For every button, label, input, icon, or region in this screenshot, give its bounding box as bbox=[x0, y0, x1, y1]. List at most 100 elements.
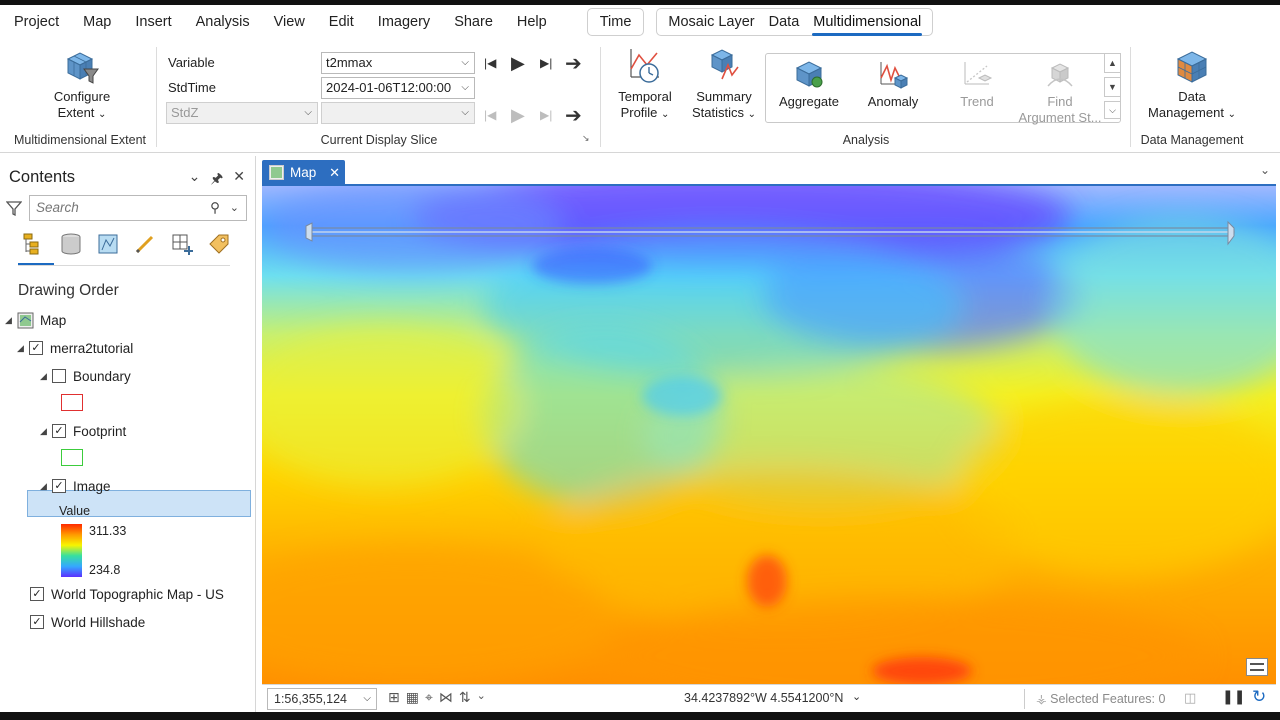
topographic-visibility-checkbox[interactable]: ✓ bbox=[30, 587, 44, 601]
temporal-profile-button[interactable]: Temporal Profile ⌄ bbox=[610, 47, 680, 123]
menu-imagery[interactable]: Imagery bbox=[366, 5, 442, 39]
refresh-selection-icon[interactable]: ◫ bbox=[1184, 690, 1196, 706]
selection-icon: ⚶ bbox=[1036, 692, 1047, 706]
menu-share[interactable]: Share bbox=[442, 5, 505, 39]
configure-extent-button[interactable]: Configure Extent ⌄ bbox=[44, 49, 120, 123]
legend-color-ramp[interactable] bbox=[61, 524, 82, 577]
tree-basemap-hillshade[interactable]: ✓ World Hillshade bbox=[30, 611, 145, 633]
tab-time[interactable]: Time bbox=[586, 8, 645, 36]
skip-last-icon[interactable]: ▶| bbox=[540, 108, 552, 122]
list-by-selection-icon[interactable] bbox=[96, 232, 120, 256]
variable-dropdown[interactable]: t2mmax ⌵ bbox=[321, 52, 475, 74]
tree-layer-merra2tutorial[interactable]: ◢ ✓ merra2tutorial bbox=[17, 337, 133, 359]
map-notes-icon[interactable] bbox=[1246, 658, 1268, 676]
menu-help[interactable]: Help bbox=[505, 5, 559, 39]
temporal-label-1: Temporal bbox=[618, 89, 672, 104]
list-by-labeling-icon[interactable] bbox=[207, 232, 231, 256]
pin-icon[interactable]: 🖈 bbox=[210, 168, 223, 192]
skip-first-icon[interactable]: |◀ bbox=[484, 108, 496, 122]
collapse-icon[interactable]: ◢ bbox=[40, 371, 52, 382]
skip-first-icon[interactable]: |◀ bbox=[484, 56, 496, 70]
collapse-icon[interactable]: ◢ bbox=[40, 426, 52, 437]
find-argument-statistics-button[interactable]: Find Argument St... bbox=[1014, 58, 1106, 126]
map-canvas[interactable] bbox=[262, 186, 1276, 684]
tree-sublayer-image[interactable]: ◢ ✓ Image bbox=[40, 475, 111, 497]
boundary-visibility-checkbox[interactable] bbox=[52, 369, 66, 383]
list-by-snapping-icon[interactable] bbox=[170, 232, 194, 256]
menu-analysis[interactable]: Analysis bbox=[184, 5, 262, 39]
play-icon[interactable]: ▶ bbox=[511, 105, 525, 126]
stdz-dropdown[interactable]: StdZ ⌵ bbox=[166, 102, 318, 124]
list-by-drawing-order-icon[interactable] bbox=[22, 232, 46, 256]
collapse-icon[interactable]: ◢ bbox=[5, 315, 17, 326]
dialog-launcher-icon[interactable]: ↘ bbox=[582, 133, 590, 144]
search-icon[interactable]: ⚲ bbox=[210, 196, 220, 220]
menu-insert[interactable]: Insert bbox=[123, 5, 183, 39]
fixed-zoom-icon[interactable]: ⊞ bbox=[388, 689, 400, 706]
pause-drawing-icon[interactable]: ❚❚ bbox=[1222, 688, 1245, 705]
refresh-map-icon[interactable]: ↻ bbox=[1252, 687, 1266, 707]
window-bottom-edge bbox=[0, 712, 1280, 720]
tab-multidimensional[interactable]: Multidimensional bbox=[806, 9, 928, 36]
chevron-down-icon: ⌄ bbox=[747, 109, 757, 120]
coordinate-format-chevron-icon[interactable]: ⌄ bbox=[852, 690, 861, 703]
collapse-icon[interactable]: ◢ bbox=[40, 481, 52, 492]
map-icon bbox=[269, 165, 284, 180]
arrow-right-icon[interactable]: ➔ bbox=[565, 103, 582, 128]
search-input[interactable]: Search ⚲ ⌄ bbox=[29, 195, 247, 221]
collapse-icon[interactable]: ◢ bbox=[17, 343, 29, 354]
rotate-icon[interactable]: ⇅ bbox=[459, 689, 471, 706]
menu-view[interactable]: View bbox=[262, 5, 317, 39]
play-icon[interactable]: ▶ bbox=[511, 53, 525, 74]
tree-sublayer-footprint[interactable]: ◢ ✓ Footprint bbox=[40, 420, 126, 442]
menu-edit[interactable]: Edit bbox=[317, 5, 366, 39]
tree-map-node[interactable]: ◢ Map bbox=[5, 309, 66, 331]
tab-data[interactable]: Data bbox=[762, 9, 807, 35]
anomaly-button[interactable]: Anomaly bbox=[856, 58, 930, 110]
layer-visibility-checkbox[interactable]: ✓ bbox=[29, 341, 43, 355]
list-by-editing-icon[interactable] bbox=[133, 232, 157, 256]
constraints-icon[interactable]: ⋈ bbox=[439, 689, 453, 706]
selected-features-count[interactable]: ⚶ Selected Features: 0 bbox=[1036, 691, 1165, 706]
close-tab-icon[interactable]: ✕ bbox=[329, 160, 340, 185]
stdz-value-dropdown[interactable]: ⌵ bbox=[321, 102, 475, 124]
tab-mosaic-layer[interactable]: Mosaic Layer bbox=[661, 9, 761, 35]
scale-dropdown[interactable]: 1:56,355,124 ⌵ bbox=[267, 688, 377, 710]
chevron-down-icon[interactable]: ⌄ bbox=[230, 196, 239, 220]
hillshade-visibility-checkbox[interactable]: ✓ bbox=[30, 615, 44, 629]
variable-value: t2mmax bbox=[326, 55, 373, 70]
skip-last-icon[interactable]: ▶| bbox=[540, 56, 552, 70]
chevron-down-icon: ⌵ bbox=[461, 57, 469, 68]
tree-basemap-topographic[interactable]: ✓ World Topographic Map - US bbox=[30, 583, 224, 605]
arrow-right-icon[interactable]: ➔ bbox=[565, 51, 582, 76]
gallery-expand-icon[interactable]: ⌵ bbox=[1104, 101, 1121, 119]
menu-map[interactable]: Map bbox=[71, 5, 123, 39]
menu-project[interactable]: Project bbox=[0, 5, 71, 39]
snapping-icon[interactable]: ⌖ bbox=[425, 689, 433, 706]
tree-sublayer-boundary[interactable]: ◢ Boundary bbox=[40, 365, 131, 387]
gallery-scroll-down-icon[interactable]: ▼ bbox=[1104, 77, 1121, 97]
boundary-symbol[interactable] bbox=[61, 394, 83, 411]
summary-label-2: Statistics ⌄ bbox=[692, 105, 756, 123]
footprint-symbol[interactable] bbox=[61, 449, 83, 466]
tab-map-view[interactable]: Map ✕ bbox=[262, 160, 345, 185]
chevron-down-icon: ⌄ bbox=[661, 109, 670, 120]
trend-button[interactable]: Trend bbox=[940, 58, 1014, 110]
aggregate-button[interactable]: Aggregate bbox=[772, 58, 846, 110]
filter-icon[interactable] bbox=[6, 200, 22, 216]
grid-icon[interactable]: ▦ bbox=[406, 689, 419, 706]
footprint-visibility-checkbox[interactable]: ✓ bbox=[52, 424, 66, 438]
toolbar-divider bbox=[18, 265, 230, 266]
image-visibility-checkbox[interactable]: ✓ bbox=[52, 479, 66, 493]
gallery-scroll-up-icon[interactable]: ▲ bbox=[1104, 53, 1121, 73]
pane-options-icon[interactable]: ⌄ bbox=[189, 168, 201, 192]
stdtime-dropdown[interactable]: 2024-01-06T12:00:00 ⌵ bbox=[321, 77, 475, 99]
time-slider-start-handle[interactable] bbox=[305, 222, 313, 242]
summary-statistics-button[interactable]: Summary Statistics ⌄ bbox=[686, 47, 762, 123]
data-management-button[interactable]: Data Management ⌄ bbox=[1140, 49, 1244, 123]
list-by-data-source-icon[interactable] bbox=[59, 232, 83, 256]
group-label-slice: Current Display Slice bbox=[320, 133, 438, 147]
close-icon[interactable]: ✕ bbox=[233, 168, 245, 192]
chevron-down-icon[interactable]: ⌄ bbox=[477, 689, 486, 706]
tab-list-chevron-icon[interactable]: ⌄ bbox=[1260, 163, 1270, 177]
